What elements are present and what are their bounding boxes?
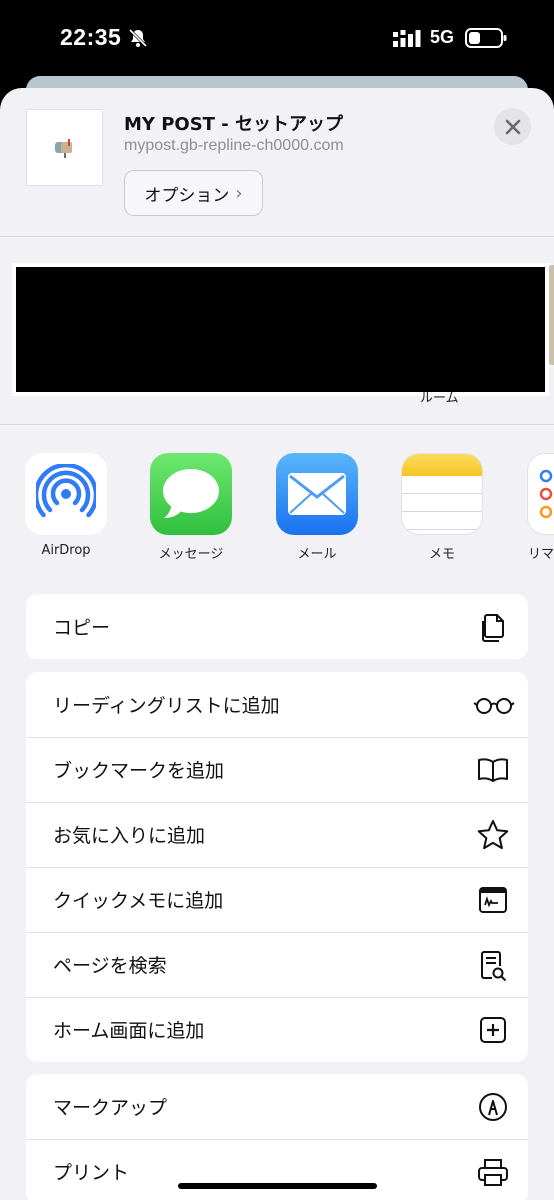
apps-row: AirDrop メッセージ メール メモ リマ: [0, 425, 554, 595]
site-url: mypost.gb-repline-ch0000.com: [124, 137, 344, 154]
book-icon: [478, 757, 508, 782]
plus-square-icon: [480, 1016, 506, 1043]
app-airdrop[interactable]: AirDrop: [24, 453, 108, 558]
mailbox-icon: [54, 138, 72, 158]
battery-icon: [465, 28, 507, 48]
find-in-page-icon: [481, 950, 507, 981]
quick-note-label: クイックメモに追加: [53, 890, 224, 912]
favorites-label: お気に入りに追加: [53, 825, 206, 847]
site-title: MY POST - セットアップ: [124, 114, 343, 135]
actions-group: リーディングリストに追加 ブックマークを追加 お気に入りに追加 クイックメモに追…: [26, 672, 528, 1062]
people-suggestions-row: ルーム: [0, 237, 554, 425]
markup-icon: [479, 1092, 507, 1121]
add-home-action[interactable]: ホーム画面に追加: [26, 997, 528, 1062]
bookmark-action[interactable]: ブックマークを追加: [26, 737, 528, 802]
options-button[interactable]: オプション ›: [124, 170, 263, 216]
favorites-action[interactable]: お気に入りに追加: [26, 802, 528, 867]
printer-icon: [478, 1158, 508, 1186]
app-messages[interactable]: メッセージ: [149, 453, 233, 562]
bell-off-icon: [128, 28, 148, 48]
airdrop-icon: [25, 453, 107, 535]
star-icon: [477, 819, 509, 849]
find-on-page-action[interactable]: ページを検索: [26, 932, 528, 997]
status-bar: 22:35 5G: [0, 0, 554, 80]
status-time: 22:35: [60, 24, 122, 50]
network-type: 5G: [430, 27, 455, 47]
reading-list-label: リーディングリストに追加: [53, 695, 280, 717]
app-label-messages: メッセージ: [158, 547, 224, 562]
signal-strength-icon: [393, 30, 421, 47]
site-thumbnail: [26, 109, 103, 186]
options-label: オプション: [144, 185, 230, 206]
quick-note-icon: [479, 886, 507, 913]
markup-action[interactable]: マークアップ: [26, 1074, 528, 1139]
copy-action[interactable]: コピー: [26, 594, 528, 659]
messages-icon: [150, 453, 232, 535]
glasses-icon: [473, 697, 515, 714]
markup-label: マークアップ: [53, 1097, 168, 1119]
reading-list-action[interactable]: リーディングリストに追加: [26, 672, 528, 737]
notes-icon: [401, 453, 483, 535]
home-indicator[interactable]: [178, 1183, 377, 1189]
print-action[interactable]: プリント: [26, 1139, 528, 1200]
mail-icon: [276, 453, 358, 535]
bookmark-label: ブックマークを追加: [53, 760, 225, 782]
app-notes[interactable]: メモ: [400, 453, 484, 562]
chevron-right-icon: ›: [235, 182, 243, 204]
app-mail[interactable]: メール: [275, 453, 359, 562]
app-label-mail: メール: [297, 547, 337, 562]
copy-icon: [482, 613, 504, 642]
close-button[interactable]: [494, 108, 531, 145]
copy-group: コピー: [26, 594, 528, 659]
redacted-area: [12, 263, 549, 396]
copy-label: コピー: [53, 617, 111, 639]
share-header: MY POST - セットアップ mypost.gb-repline-ch000…: [0, 88, 554, 237]
reminders-icon: [527, 453, 554, 535]
contact-caption: ルーム: [420, 391, 459, 406]
contact-avatar-partial[interactable]: [549, 265, 554, 365]
add-home-label: ホーム画面に追加: [53, 1020, 205, 1042]
more-actions-group: マークアップ プリント: [26, 1074, 528, 1200]
app-reminders[interactable]: リマ: [526, 453, 554, 562]
print-label: プリント: [53, 1162, 130, 1184]
app-label-reminders: リマ: [528, 547, 554, 562]
share-sheet: MY POST - セットアップ mypost.gb-repline-ch000…: [0, 88, 554, 1200]
find-on-page-label: ページを検索: [53, 955, 167, 977]
quick-note-action[interactable]: クイックメモに追加: [26, 867, 528, 932]
app-label-airdrop: AirDrop: [41, 543, 91, 558]
close-icon: [505, 119, 520, 134]
app-label-notes: メモ: [428, 547, 455, 562]
